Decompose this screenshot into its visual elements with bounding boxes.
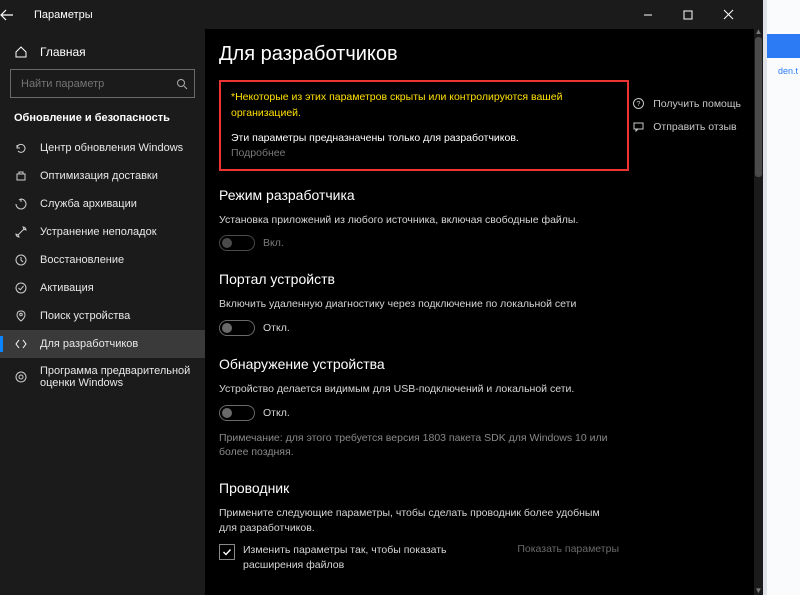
org-notice-box: *Некоторые из этих параметров скрыты или…	[219, 80, 629, 171]
sidebar-item-backup[interactable]: Служба архивации	[0, 190, 205, 218]
feedback-link[interactable]: Отправить отзыв	[632, 120, 741, 133]
find-device-icon	[14, 309, 28, 323]
checkbox-icon	[219, 544, 235, 560]
sidebar-item-label: Активация	[40, 282, 94, 294]
device-discovery-note: Примечание: для этого требуется версия 1…	[219, 431, 619, 460]
sidebar-item-label: Оптимизация доставки	[40, 170, 158, 182]
window-title: Параметры	[34, 9, 93, 21]
device-portal-desc: Включить удаленную диагностику через под…	[219, 297, 619, 312]
svg-text:?: ?	[637, 101, 641, 108]
device-discovery-heading: Обнаружение устройства	[219, 356, 619, 372]
get-help-link[interactable]: ? Получить помощь	[632, 97, 741, 110]
sidebar-item-label: Восстановление	[40, 254, 124, 266]
sidebar-item-troubleshoot[interactable]: Устранение неполадок	[0, 218, 205, 246]
show-settings-link[interactable]: Показать параметры	[517, 543, 619, 555]
sidebar-item-delivery-optimization[interactable]: Оптимизация доставки	[0, 162, 205, 190]
minimize-button[interactable]	[643, 10, 683, 20]
sidebar-item-label: Программа предварительной оценки Windows	[40, 365, 191, 389]
toggle-label: Вкл.	[263, 237, 284, 249]
developer-mode-toggle[interactable]: Вкл.	[219, 235, 619, 251]
toggle-label: Откл.	[263, 322, 290, 334]
home-icon	[14, 45, 28, 59]
search-box[interactable]	[10, 69, 195, 98]
insider-icon	[14, 370, 28, 384]
sidebar-item-activation[interactable]: Активация	[0, 274, 205, 302]
scroll-down-arrow[interactable]: ▼	[754, 586, 763, 595]
sidebar-item-label: Центр обновления Windows	[40, 142, 183, 154]
troubleshoot-icon	[14, 225, 28, 239]
backup-icon	[14, 197, 28, 211]
help-icon: ?	[632, 97, 645, 110]
browser-right-strip: den.t	[767, 0, 800, 595]
developer-mode-heading: Режим разработчика	[219, 187, 619, 203]
feedback-icon	[632, 120, 645, 133]
device-portal-section: Портал устройств Включить удаленную диаг…	[219, 271, 619, 336]
sidebar-item-label: Поиск устройства	[40, 310, 130, 322]
device-portal-toggle[interactable]: Откл.	[219, 320, 619, 336]
scroll-up-arrow[interactable]: ▲	[754, 29, 763, 37]
titlebar: Параметры	[0, 0, 763, 29]
explorer-section: Проводник Примените следующие параметры,…	[219, 480, 619, 573]
page-title: Для разработчиков	[219, 43, 753, 66]
scrollbar-thumb[interactable]	[755, 37, 762, 177]
browser-tab-strip	[767, 34, 800, 58]
home-link[interactable]: Главная	[0, 39, 205, 69]
sidebar-item-label: Служба архивации	[40, 198, 137, 210]
close-button[interactable]	[723, 9, 763, 20]
sidebar-item-find-device[interactable]: Поиск устройства	[0, 302, 205, 330]
learn-more-link[interactable]: Подробнее	[231, 147, 617, 159]
sidebar-item-label: Для разработчиков	[40, 338, 138, 350]
dev-only-text: Эти параметры предназначены только для р…	[231, 132, 617, 144]
get-help-label: Получить помощь	[653, 98, 741, 110]
search-input[interactable]	[19, 77, 176, 91]
content-area: Для разработчиков *Некоторые из этих пар…	[205, 29, 763, 595]
device-discovery-desc: Устройство делается видимым для USB-подк…	[219, 382, 619, 397]
sidebar-section-title: Обновление и безопасность	[0, 112, 205, 134]
sidebar-item-windows-update[interactable]: Центр обновления Windows	[0, 134, 205, 162]
feedback-label: Отправить отзыв	[653, 121, 736, 133]
checkbox-label: Изменить параметры так, чтобы показать р…	[243, 543, 503, 572]
developer-icon	[14, 337, 28, 351]
address-fragment: den.t	[778, 66, 798, 76]
sidebar: Главная Обновление и безопасность Центр …	[0, 29, 205, 595]
maximize-button[interactable]	[683, 10, 723, 20]
org-warning-text: *Некоторые из этих параметров скрыты или…	[231, 90, 617, 122]
device-discovery-toggle[interactable]: Откл.	[219, 405, 619, 421]
explorer-check-file-extensions[interactable]: Изменить параметры так, чтобы показать р…	[219, 543, 619, 572]
explorer-heading: Проводник	[219, 480, 619, 496]
search-icon	[176, 78, 188, 90]
sidebar-item-label: Устранение неполадок	[40, 226, 157, 238]
activation-icon	[14, 281, 28, 295]
developer-mode-section: Режим разработчика Установка приложений …	[219, 187, 619, 252]
sidebar-item-insider-program[interactable]: Программа предварительной оценки Windows	[0, 358, 205, 396]
back-button[interactable]	[0, 9, 34, 21]
explorer-desc: Примените следующие параметры, чтобы сде…	[219, 506, 619, 535]
device-discovery-section: Обнаружение устройства Устройство делает…	[219, 356, 619, 460]
sidebar-item-recovery[interactable]: Восстановление	[0, 246, 205, 274]
toggle-label: Откл.	[263, 407, 290, 419]
sync-icon	[14, 141, 28, 155]
home-label: Главная	[40, 45, 86, 59]
device-portal-heading: Портал устройств	[219, 271, 619, 287]
vertical-scrollbar[interactable]: ▲ ▼	[754, 29, 763, 595]
settings-window: Параметры Главная	[0, 0, 763, 595]
delivery-icon	[14, 169, 28, 183]
sidebar-nav: Центр обновления Windows Оптимизация дос…	[0, 134, 205, 396]
help-panel: ? Получить помощь Отправить отзыв	[632, 97, 741, 143]
recovery-icon	[14, 253, 28, 267]
sidebar-item-for-developers[interactable]: Для разработчиков	[0, 330, 205, 358]
developer-mode-desc: Установка приложений из любого источника…	[219, 213, 619, 228]
